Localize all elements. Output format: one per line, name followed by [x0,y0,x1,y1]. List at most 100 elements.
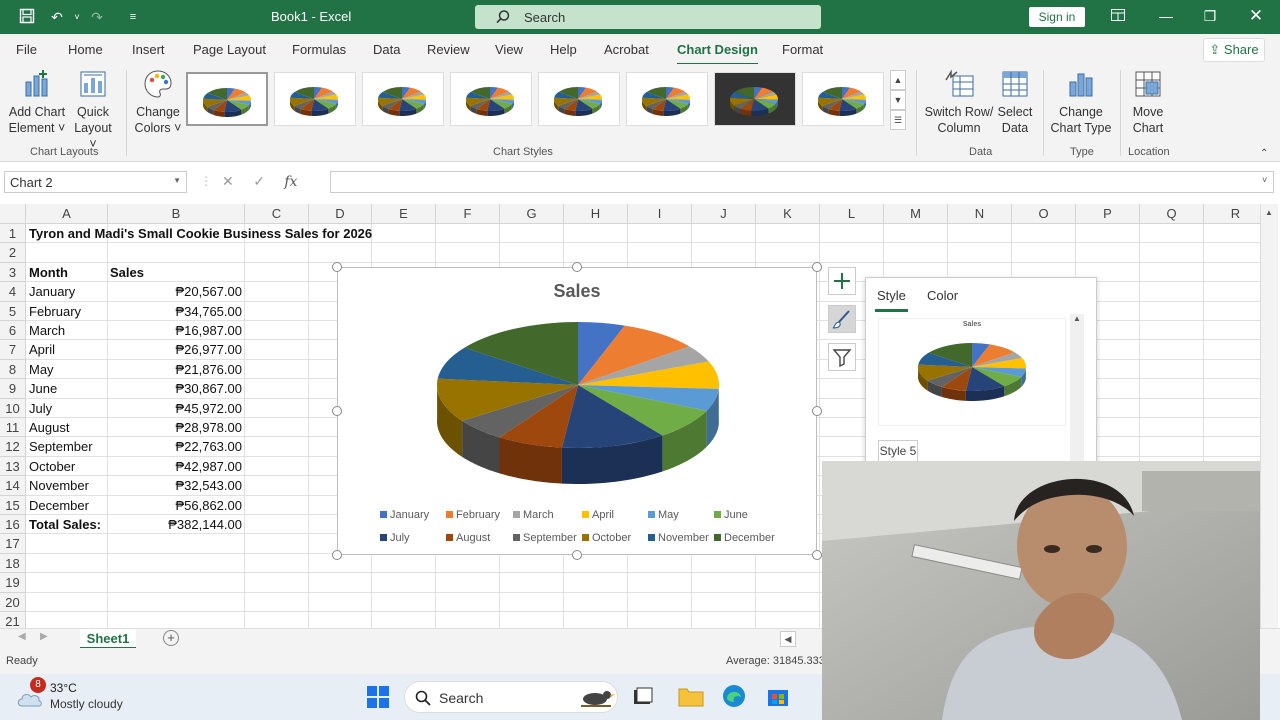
sheet-next-icon[interactable]: ▶ [40,631,48,642]
sheet-tab-sheet1[interactable]: Sheet1 [80,629,136,649]
new-sheet-icon[interactable]: + [163,630,179,646]
close-button[interactable]: ✕ [1246,6,1266,26]
search-box[interactable]: Search [475,5,821,29]
legend-item-december[interactable]: December [714,532,775,544]
cell-month[interactable]: October [29,457,107,476]
switch-row-column-button[interactable]: Switch Row/ Column [924,68,994,136]
legend-item-march[interactable]: March [513,509,554,521]
formula-input[interactable] [330,171,1274,193]
legend-item-may[interactable]: May [648,509,679,521]
row-header[interactable]: 4 [0,282,26,302]
color-tab[interactable]: Color [927,288,958,303]
pie-chart[interactable]: Sales January February March April May June Ju… [337,267,817,555]
legend-item-january[interactable]: January [380,509,429,521]
cell-total-label[interactable]: Total Sales: [29,515,107,534]
row-header[interactable]: 5 [0,301,26,321]
row-header[interactable]: 3 [0,262,26,283]
row-header[interactable]: 9 [0,379,26,399]
enter-icon[interactable]: ✓ [253,173,265,189]
row-header[interactable]: 16 [0,515,26,535]
cell-month[interactable]: February [29,302,107,321]
resize-handle[interactable] [812,550,822,560]
column-header[interactable]: P [1076,204,1140,224]
chart-styles-button[interactable] [828,305,856,333]
column-header[interactable]: K [756,204,820,224]
cell-month[interactable]: May [29,360,107,379]
column-header[interactable]: D [309,204,372,224]
column-header[interactable]: L [820,204,884,224]
move-chart-button[interactable]: Move Chart [1128,68,1168,136]
save-icon[interactable] [18,8,36,26]
cell-sales[interactable]: ₱28,978.00 [110,418,242,437]
column-header[interactable]: O [1012,204,1076,224]
row-header[interactable]: 17 [0,534,26,554]
insert-function-icon[interactable]: fx [284,174,297,190]
column-header[interactable]: I [628,204,692,224]
legend-item-february[interactable]: February [446,509,500,521]
cell-month[interactable]: August [29,418,107,437]
collapse-ribbon-icon[interactable]: ⌃ [1260,148,1268,159]
chart-style-thumbnail[interactable] [450,72,532,126]
cancel-icon[interactable]: ✕ [222,173,234,189]
column-header[interactable]: F [436,204,500,224]
cell-month[interactable]: January [29,282,107,301]
sign-in-button[interactable]: Sign in [1029,7,1085,27]
cell-month[interactable]: June [29,379,107,398]
resize-handle[interactable] [572,550,582,560]
gallery-up-icon[interactable]: ▲ [890,70,906,90]
cell-sales[interactable]: ₱16,987.00 [110,321,242,340]
cell-sales[interactable]: ₱56,862.00 [110,496,242,515]
cell-month[interactable]: December [29,496,107,515]
row-header[interactable]: 13 [0,456,26,477]
chart-style-thumbnail[interactable] [538,72,620,126]
row-header[interactable]: 15 [0,495,26,515]
row-header[interactable]: 12 [0,437,26,457]
ribbon-display-icon[interactable] [1108,6,1128,26]
resize-handle[interactable] [332,406,342,416]
tab-help[interactable]: Help [550,42,577,57]
resize-handle[interactable] [812,406,822,416]
chart-style-thumbnail[interactable] [714,72,796,126]
gallery-more-icon[interactable]: ☰ [890,110,906,130]
row-header[interactable]: 21 [0,612,26,628]
change-colors-button[interactable]: Change Colors ˅ [133,68,183,136]
share-button[interactable]: ⇪ Share [1203,38,1265,62]
microsoft-store-icon[interactable] [766,684,790,708]
sheet-prev-icon[interactable]: ◀ [18,631,26,642]
redo-icon[interactable]: ↷ [88,8,106,26]
row-header[interactable]: 18 [0,553,26,574]
row-header[interactable]: 2 [0,243,26,263]
tab-page-layout[interactable]: Page Layout [193,42,266,57]
cell-month[interactable]: November [29,476,107,495]
legend-item-june[interactable]: June [714,509,748,521]
select-all-corner[interactable] [0,204,26,224]
chart-elements-button[interactable] [828,267,856,295]
row-header[interactable]: 8 [0,359,26,380]
tab-file[interactable]: File [16,42,37,57]
tab-view[interactable]: View [495,42,523,57]
column-header[interactable]: G [500,204,564,224]
undo-icon[interactable]: ↶ [48,8,66,26]
column-header[interactable]: H [564,204,628,224]
cell-sales[interactable]: ₱20,567.00 [110,282,242,301]
cell-sales[interactable]: ₱21,876.00 [110,360,242,379]
cell-sales[interactable]: ₱45,972.00 [110,399,242,418]
legend-item-august[interactable]: August [446,532,490,544]
tab-acrobat[interactable]: Acrobat [604,42,649,57]
change-chart-type-button[interactable]: Change Chart Type [1050,68,1112,136]
style-tab[interactable]: Style [875,288,908,312]
row-header[interactable]: 10 [0,398,26,418]
row-header[interactable]: 14 [0,476,26,496]
undo-dropdown-icon[interactable]: ˅ [68,8,86,26]
cell-month[interactable]: July [29,399,107,418]
task-view-icon[interactable] [632,686,654,708]
row-header[interactable]: 6 [0,321,26,341]
expand-formula-icon[interactable]: ˅ [1262,175,1267,185]
scroll-up-icon[interactable]: ▲ [1265,208,1273,217]
legend-item-april[interactable]: April [582,509,614,521]
minimize-button[interactable]: — [1156,6,1176,26]
column-header[interactable]: Q [1140,204,1204,224]
tab-formulas[interactable]: Formulas [292,42,346,57]
tab-data[interactable]: Data [373,42,400,57]
quick-layout-button[interactable]: Quick Layout ˅ [70,68,116,152]
